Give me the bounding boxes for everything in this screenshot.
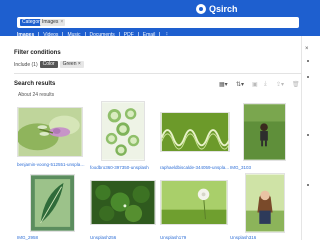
- image-moss: [91, 181, 155, 224]
- right-sidebar: ×: [301, 36, 320, 240]
- image-leaf-art: [31, 175, 74, 231]
- result-caption[interactable]: IMG_2958: [17, 235, 67, 240]
- result-caption[interactable]: IMG_3103: [230, 165, 280, 170]
- filter-include-row: Include (1) Color Green ×: [14, 61, 84, 68]
- search-results-title: Search results: [14, 81, 56, 87]
- result-caption[interactable]: Unsplash316: [230, 235, 280, 240]
- filter-chip-green-label: Green: [62, 61, 77, 67]
- grid-view-icon[interactable]: ▦▾: [219, 81, 228, 88]
- sort-icon[interactable]: ⇅▾: [236, 81, 244, 88]
- download-icon[interactable]: ⤓: [264, 81, 267, 88]
- top-bar: Qsirch Category Images × Images Videos Mu…: [0, 0, 320, 38]
- tab-music[interactable]: Music: [62, 32, 84, 38]
- result-thumbnail[interactable]: [160, 112, 230, 152]
- result-thumbnail[interactable]: [17, 107, 83, 157]
- search-chip-images[interactable]: Images ×: [40, 19, 66, 26]
- tab-email[interactable]: Email: [137, 32, 160, 38]
- result-caption[interactable]: raphaeldbiscalde-344059-unspla...: [160, 165, 230, 170]
- image-dandelion: [161, 181, 227, 224]
- result-thumbnail[interactable]: [160, 180, 228, 225]
- filter-chip-green[interactable]: Green ×: [59, 61, 84, 68]
- remove-filter-icon[interactable]: ×: [78, 61, 81, 67]
- more-tabs-icon[interactable]: ⋮: [159, 32, 173, 38]
- search-bar[interactable]: Category Images ×: [17, 17, 299, 28]
- qsirch-logo-icon: [196, 4, 206, 14]
- tab-images[interactable]: Images: [17, 32, 38, 38]
- category-tabs: Images Videos Music Documents PDF Email …: [17, 30, 173, 40]
- sidebar-dot-icon: [307, 134, 309, 136]
- include-label: Include (1): [14, 61, 38, 68]
- search-chip-images-label: Images: [42, 19, 59, 25]
- select-all-icon[interactable]: ▣: [252, 81, 258, 88]
- result-thumbnail[interactable]: [30, 174, 75, 232]
- result-caption[interactable]: benjamin-voong-512551-unsplash: [17, 162, 85, 167]
- image-cucumber: [102, 102, 144, 160]
- result-caption[interactable]: Unsplash256: [90, 235, 140, 240]
- toolbar-group: ▣: [252, 80, 258, 89]
- tab-documents[interactable]: Documents: [84, 32, 119, 38]
- result-caption[interactable]: Unsplash179: [160, 235, 210, 240]
- image-woman-field: [246, 174, 284, 232]
- results-toolbar: ▦▾: [219, 80, 228, 89]
- toolbar-group: ⤓: [264, 80, 267, 89]
- results-count: About 24 results: [18, 92, 55, 98]
- toolbar-group: ⇪▾: [276, 80, 284, 89]
- image-dragonfly: [18, 108, 82, 156]
- share-icon[interactable]: ⇪▾: [276, 81, 284, 88]
- result-thumbnail[interactable]: [101, 101, 145, 161]
- section-divider: [14, 73, 301, 74]
- panel-collapse-icon[interactable]: ×: [305, 46, 309, 52]
- toolbar-group: 🗑: [292, 80, 300, 89]
- result-thumbnail[interactable]: [90, 180, 156, 225]
- toolbar-group: ⇅▾: [236, 80, 244, 89]
- app-logo[interactable]: Qsirch: [196, 3, 262, 15]
- tab-videos[interactable]: Videos: [38, 32, 62, 38]
- remove-chip-icon[interactable]: ×: [60, 19, 63, 25]
- sidebar-dot-icon: [307, 60, 309, 62]
- filter-conditions-title: Filter conditions: [14, 50, 61, 56]
- result-thumbnail[interactable]: [243, 103, 286, 161]
- result-caption[interactable]: foodbro360-397350-unsplash: [90, 165, 158, 170]
- image-green-wave: [161, 113, 229, 151]
- sidebar-dot-icon: [307, 184, 309, 186]
- app-name: Qsirch: [209, 4, 238, 14]
- image-boy-grass: [244, 104, 285, 160]
- sidebar-dot-icon: [307, 76, 309, 78]
- tab-pdf[interactable]: PDF: [118, 32, 138, 38]
- delete-icon[interactable]: 🗑: [292, 81, 300, 88]
- result-thumbnail[interactable]: [245, 173, 285, 233]
- filter-chip-color[interactable]: Color: [39, 61, 58, 68]
